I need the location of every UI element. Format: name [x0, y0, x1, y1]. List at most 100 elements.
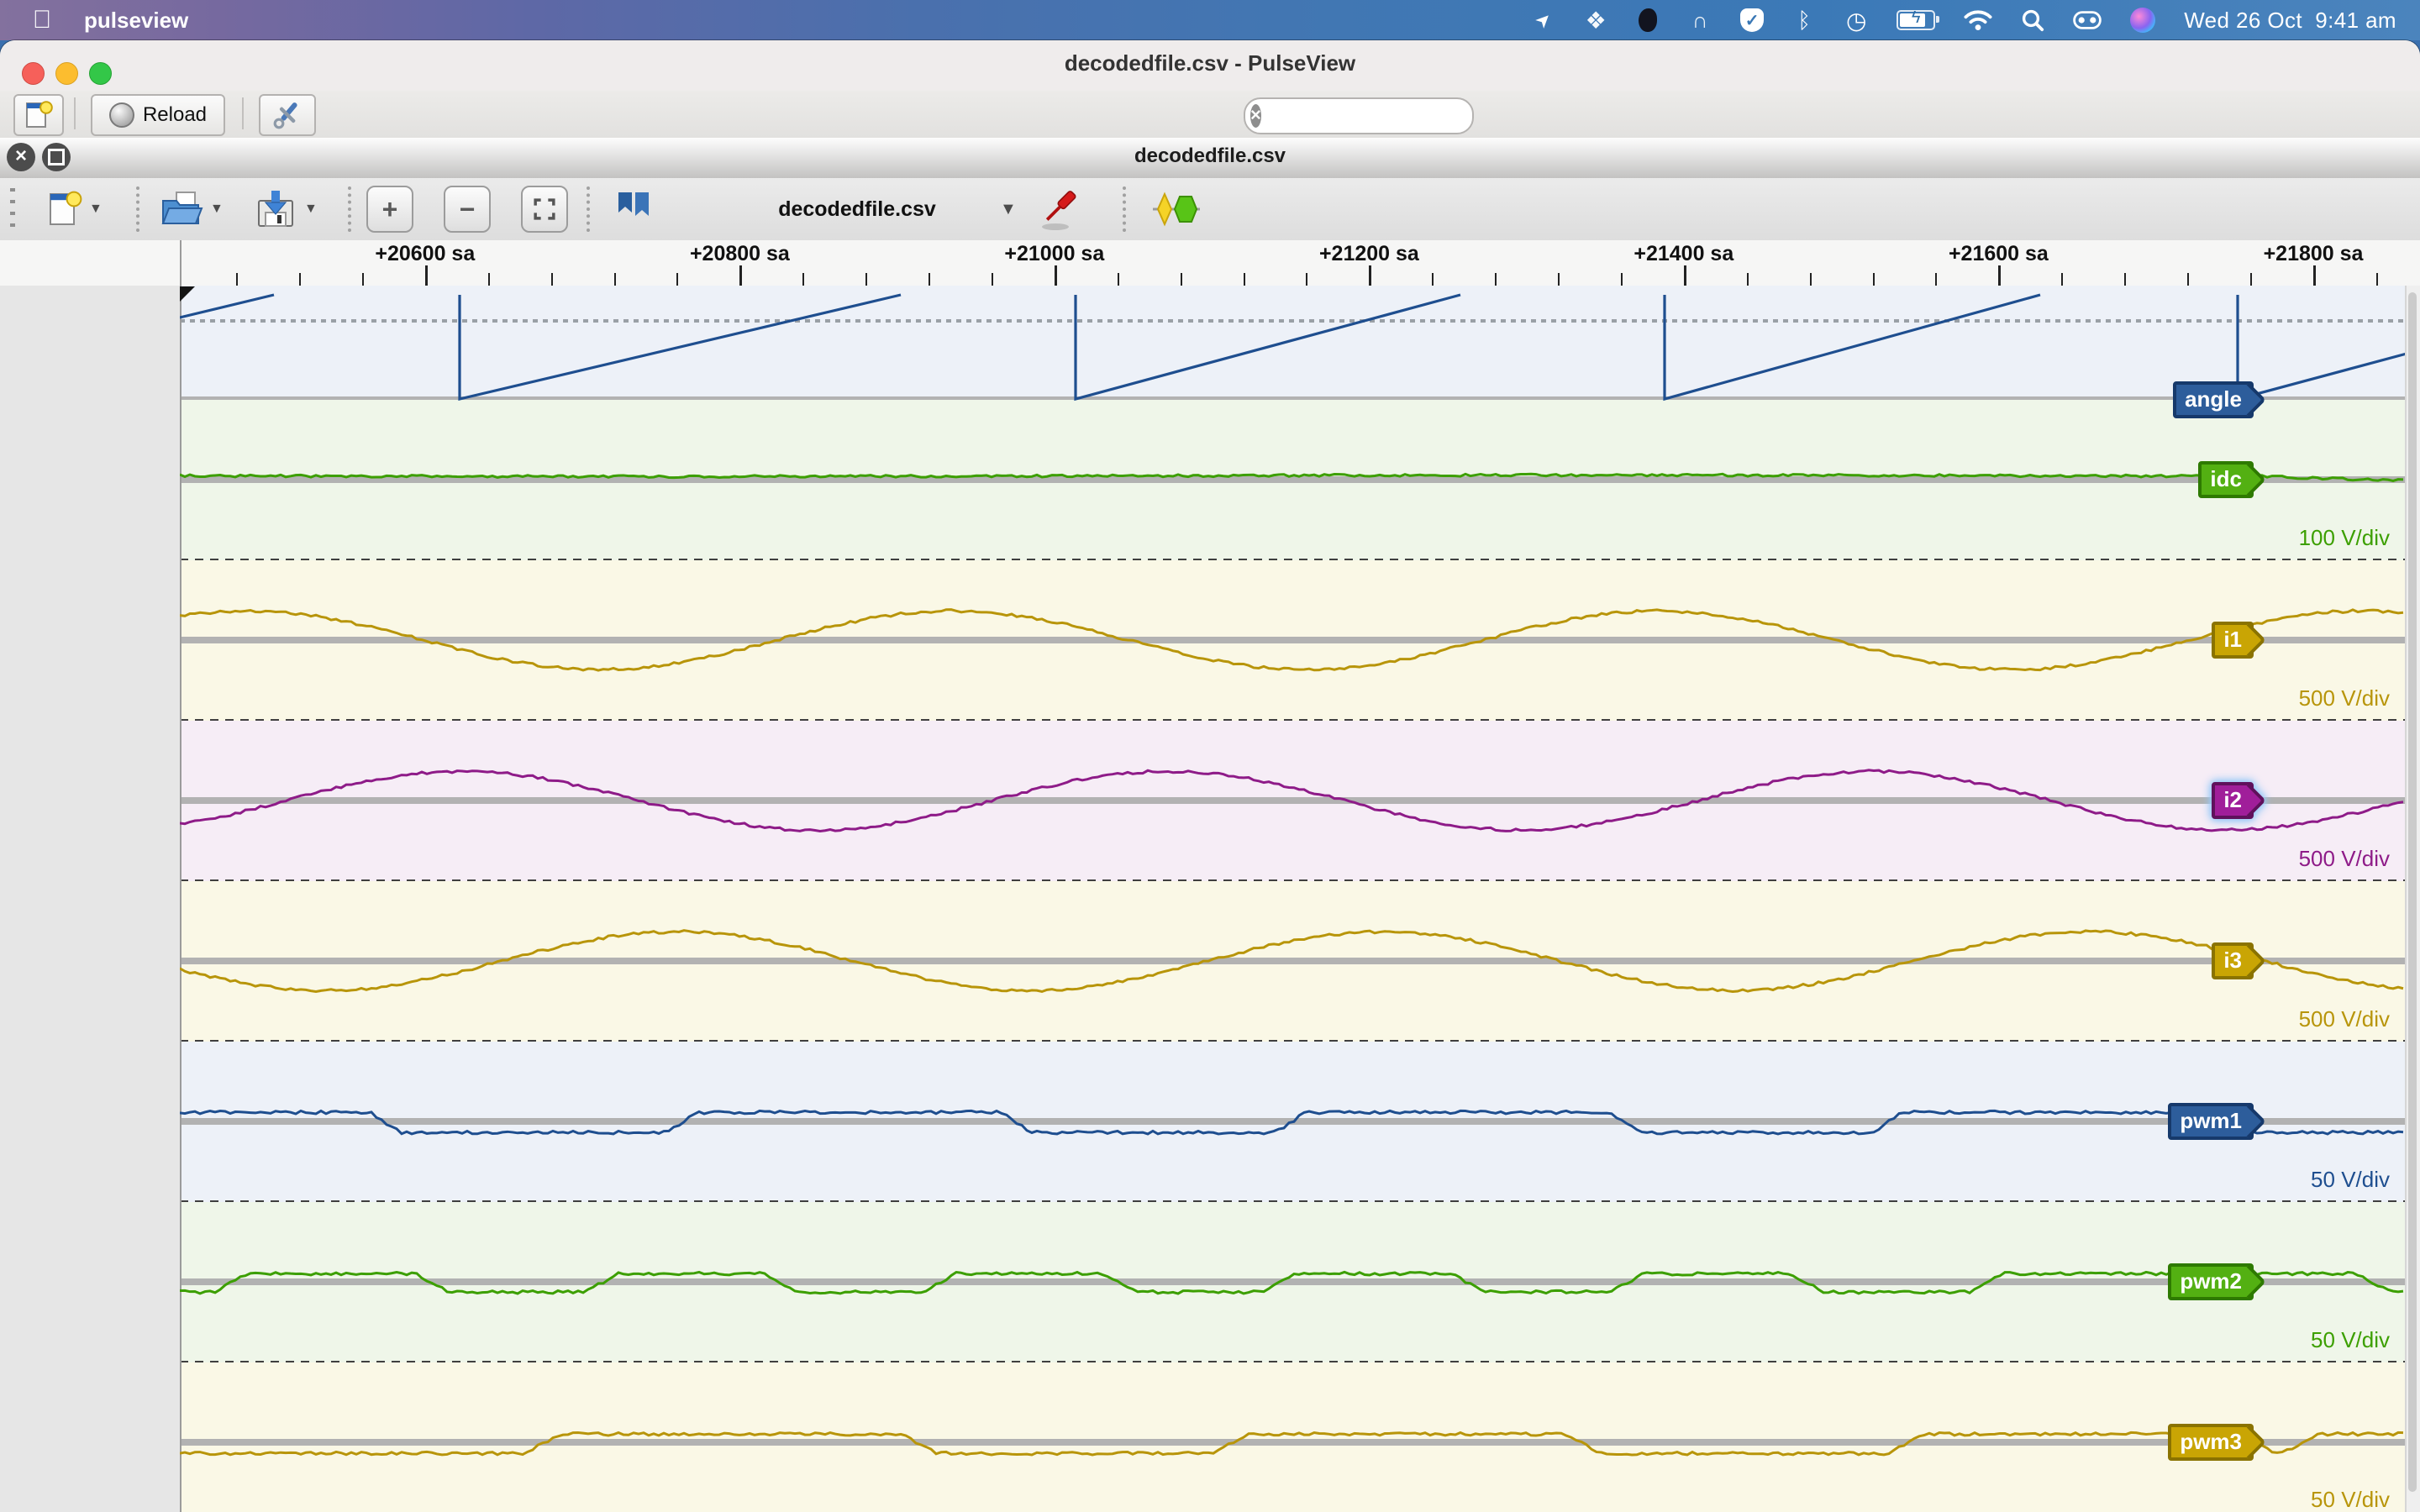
- settings-tools-button[interactable]: [259, 94, 316, 136]
- time-machine-icon[interactable]: ◷: [1844, 7, 1868, 34]
- ruler-minor-tick: [2250, 273, 2252, 286]
- device-selector[interactable]: decodedfile.csv: [706, 186, 1008, 232]
- ruler-minor-tick: [1621, 273, 1623, 286]
- spotlight-icon[interactable]: [2021, 7, 2044, 34]
- device-dropdown-arrow[interactable]: ▼: [995, 186, 1017, 232]
- toolbar-drag-handle[interactable]: [10, 188, 15, 230]
- ruler-minor-tick: [1243, 273, 1245, 286]
- ruler-minor-tick: [299, 273, 301, 286]
- trace-label-i1[interactable]: i1: [2212, 622, 2254, 659]
- open-file-icon: [161, 192, 203, 224]
- new-view-button[interactable]: [13, 94, 64, 136]
- siri-icon[interactable]: [2130, 7, 2156, 34]
- run-stop-button[interactable]: [1150, 186, 1203, 232]
- ruler-minor-tick: [1180, 273, 1182, 286]
- save-file-icon: [258, 191, 293, 227]
- zoom-in-button[interactable]: +: [366, 186, 413, 233]
- plus-icon: +: [366, 186, 413, 233]
- trace-label-pwm2[interactable]: pwm2: [2168, 1263, 2254, 1301]
- ruler-minor-tick: [1809, 273, 1812, 286]
- ruler-major-tick: [739, 265, 743, 286]
- apple-menu-icon[interactable]: : [30, 7, 54, 34]
- clear-search-icon[interactable]: ×: [1250, 104, 1261, 128]
- ruler-minor-tick: [2124, 273, 2127, 286]
- zoom-out-button[interactable]: −: [444, 186, 491, 233]
- zoom-fit-button[interactable]: [521, 186, 568, 233]
- pulseview-window: decodedfile.csv - PulseView Reload × × d…: [0, 40, 2420, 1512]
- ruler-tick-label: +21000 sa: [1004, 242, 1105, 265]
- trace-label-angle[interactable]: angle: [2173, 381, 2254, 418]
- search-input[interactable]: [1260, 104, 1542, 128]
- ruler-minor-tick: [1935, 273, 1938, 286]
- chevron-down-icon[interactable]: ▼: [89, 202, 103, 217]
- location-icon[interactable]: ➤: [1526, 3, 1561, 38]
- shield-check-icon[interactable]: ✓: [1740, 7, 1765, 34]
- vertical-scrollbar[interactable]: [2405, 286, 2420, 1512]
- minus-icon: −: [444, 186, 491, 233]
- ruler-minor-tick: [613, 273, 616, 286]
- show-cursors-button[interactable]: [612, 186, 655, 232]
- battery-icon[interactable]: ϟ: [1897, 7, 1940, 34]
- ruler-tick-label: +20600 sa: [375, 242, 476, 265]
- ruler-minor-tick: [1432, 273, 1434, 286]
- trace-label-i3[interactable]: i3: [2212, 942, 2254, 980]
- toolbar-separator: [136, 186, 139, 232]
- scrollbar-thumb[interactable]: [2408, 292, 2417, 1492]
- toolbar-separator: [1123, 186, 1126, 232]
- ruler-tick-label: +21800 sa: [2263, 242, 2364, 265]
- time-ruler[interactable]: +20600 sa +20800 sa +21000 sa +21200 sa +214…: [0, 240, 2420, 286]
- ruler-minor-tick: [1117, 273, 1119, 286]
- ruler-minor-tick: [2187, 273, 2190, 286]
- ruler-minor-tick: [676, 273, 679, 286]
- trace-label-pwm1[interactable]: pwm1: [2168, 1103, 2254, 1141]
- app-menu-title[interactable]: pulseview: [84, 8, 188, 34]
- waveform-i2: [180, 769, 2404, 833]
- chevron-down-icon[interactable]: ▼: [304, 202, 318, 217]
- open-file-button[interactable]: ▼: [158, 186, 224, 232]
- macos-menu-bar:  pulseview ➤ ❖ ∩ ✓ ᛒ ◷ ϟ Wed 26 Oct 9:4…: [0, 0, 2420, 40]
- reload-button[interactable]: Reload: [91, 94, 225, 136]
- toolbar-separator: [348, 186, 351, 232]
- ruler-tick-label: +21400 sa: [1634, 242, 1734, 265]
- waveform-idc: [180, 472, 2404, 482]
- trace-label-idc[interactable]: idc: [2198, 461, 2254, 499]
- new-session-button[interactable]: ▼: [44, 186, 103, 232]
- new-view-icon: [26, 101, 53, 128]
- menu-clock[interactable]: Wed 26 Oct 9:41 am: [2184, 8, 2396, 34]
- wifi-icon[interactable]: [1964, 7, 1992, 34]
- waveform-i1: [180, 608, 2404, 672]
- reload-icon: [108, 102, 134, 128]
- ruler-major-tick: [1054, 265, 1057, 286]
- window-titlebar[interactable]: decodedfile.csv - PulseView: [0, 40, 2420, 92]
- chevron-down-icon: ▼: [1000, 199, 1017, 218]
- arc-icon[interactable]: ∩: [1688, 7, 1712, 34]
- ruler-minor-tick: [992, 273, 993, 286]
- wrench-screwdriver-icon: [273, 102, 297, 129]
- device-name: decodedfile.csv: [778, 197, 936, 221]
- waveform-pwm3: [180, 1431, 2404, 1457]
- ruler-minor-tick: [1558, 273, 1560, 286]
- ruler-minor-tick: [236, 273, 238, 286]
- trace-label-i2[interactable]: i2: [2212, 782, 2254, 820]
- control-center-icon[interactable]: [2073, 7, 2102, 34]
- trace-label-pwm3[interactable]: pwm3: [2168, 1424, 2254, 1462]
- session-toolbar: Reload ×: [0, 91, 2420, 139]
- bluetooth-icon[interactable]: ᛒ: [1792, 7, 1816, 34]
- ruler-minor-tick: [929, 273, 930, 286]
- waveform-area[interactable]: [180, 286, 2407, 1512]
- configure-channels-button[interactable]: [1034, 186, 1084, 232]
- filter-search-field[interactable]: ×: [1244, 97, 1542, 134]
- ruler-minor-tick: [865, 273, 868, 286]
- ruler-tick-label: +21600 sa: [1948, 242, 2049, 265]
- ruler-major-tick: [2313, 265, 2316, 286]
- probe-icon: [1042, 191, 1076, 230]
- ruler-major-tick: [1683, 265, 1686, 286]
- dropbox-icon[interactable]: ❖: [1584, 7, 1607, 34]
- save-file-button[interactable]: ▼: [252, 186, 318, 232]
- ruler-tick-label: +21200 sa: [1318, 242, 1419, 265]
- new-session-icon: [50, 191, 82, 225]
- chevron-down-icon[interactable]: ▼: [210, 202, 224, 217]
- ink-blob-icon[interactable]: [1636, 7, 1660, 34]
- trace-view[interactable]: +20600 sa +20800 sa +21000 sa +21200 sa +214…: [0, 240, 2420, 1512]
- session-tab-title[interactable]: decodedfile.csv: [0, 144, 2420, 168]
